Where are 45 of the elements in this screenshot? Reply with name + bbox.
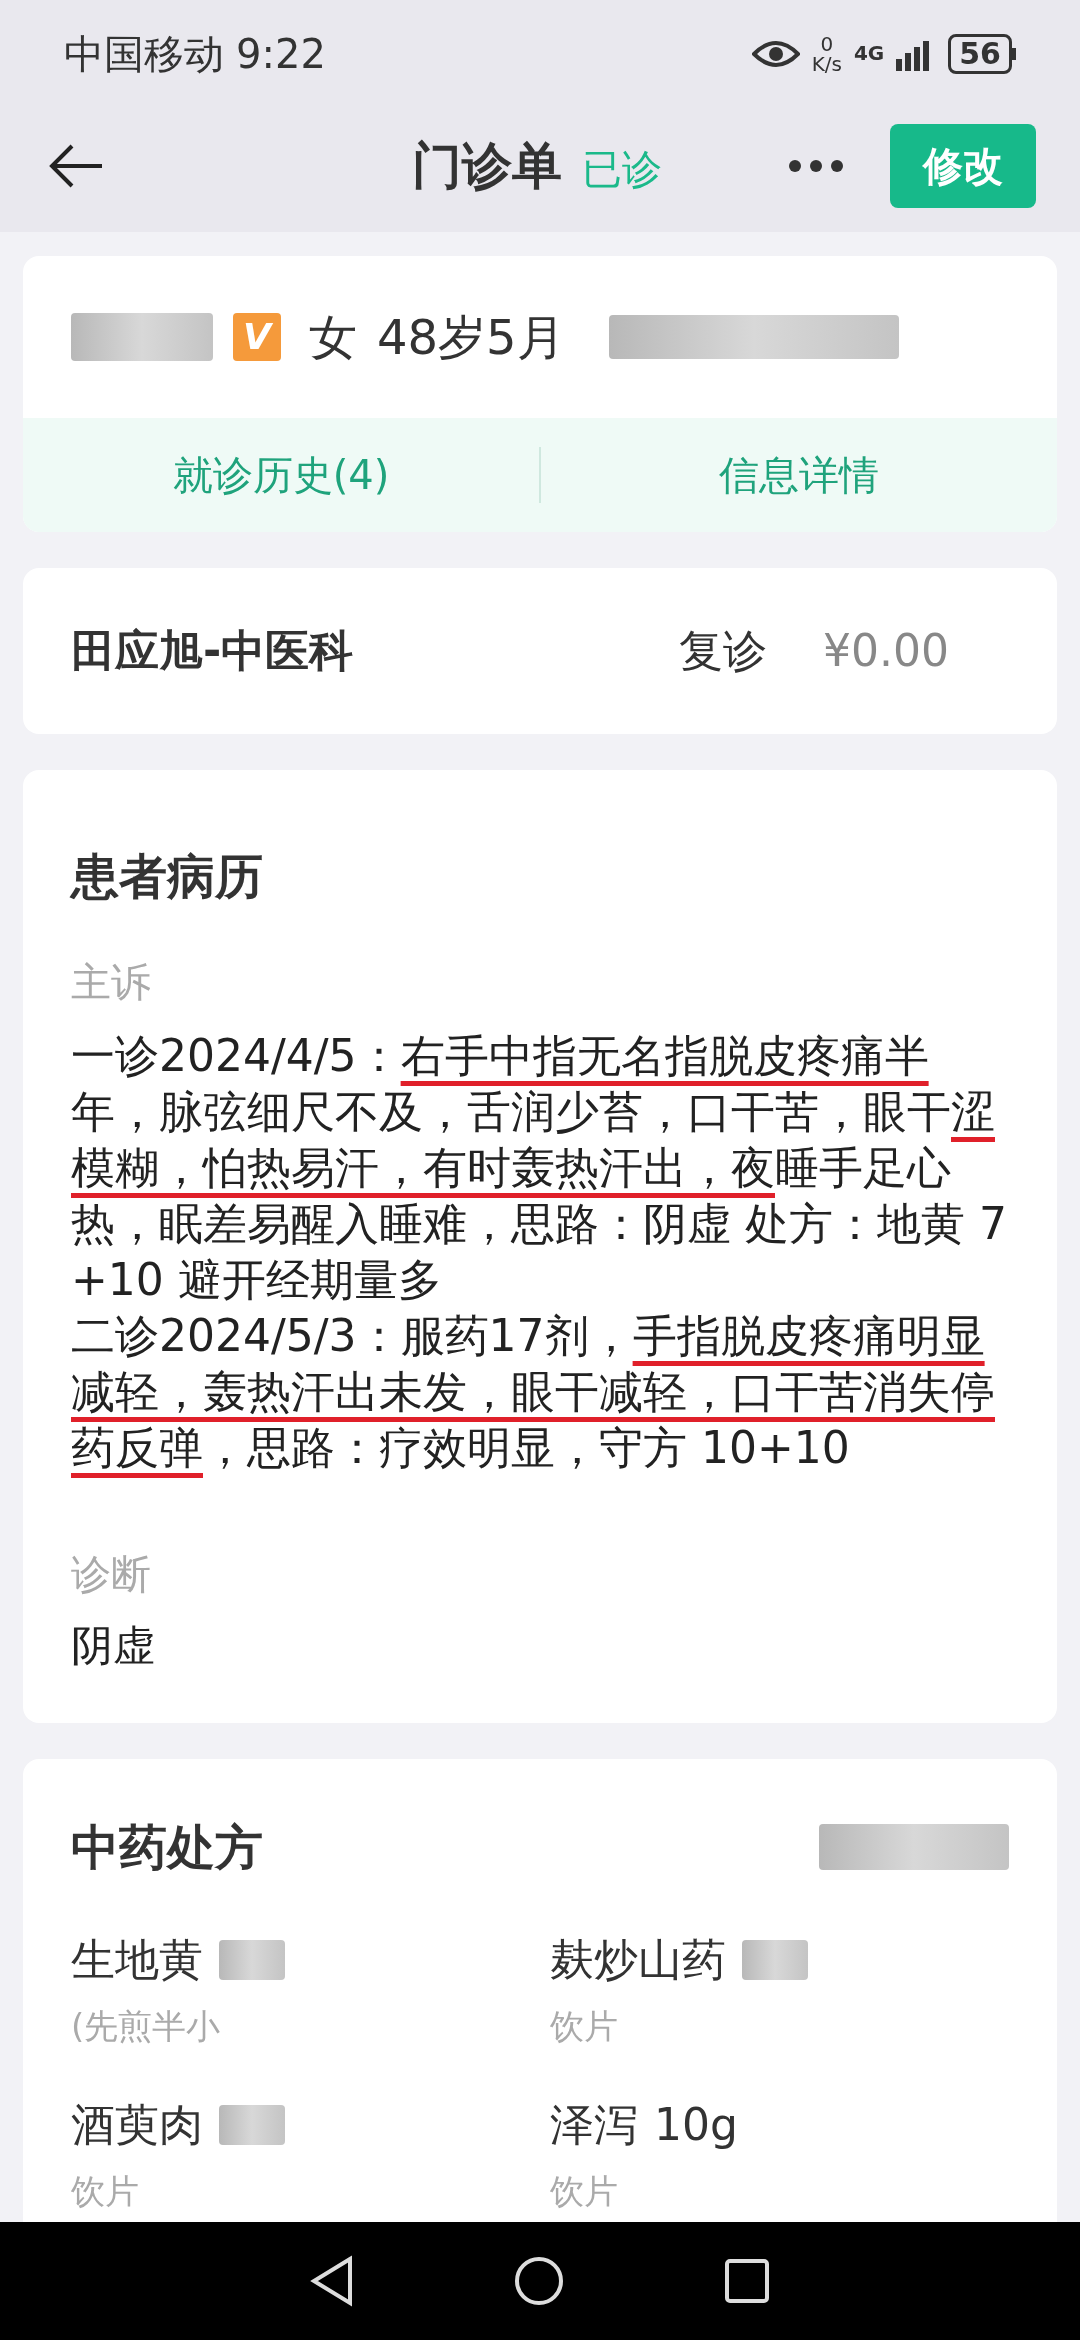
clock: 9:22: [236, 30, 326, 79]
section-title: 患者病历: [71, 847, 264, 906]
back-icon: [310, 2255, 354, 2307]
herb-dose: 10g: [654, 2098, 738, 2152]
home-icon: [514, 2256, 564, 2306]
herb-note: 饮片: [550, 2006, 618, 2046]
field-label: 诊断: [71, 1550, 152, 1599]
herb-note: 饮片: [71, 2171, 139, 2211]
home-nav-button[interactable]: [514, 2256, 564, 2306]
visit-type: 复诊: [679, 624, 768, 678]
herb-name: 泽泻: [550, 2098, 638, 2152]
diagnosis-text: 阴虚: [71, 1620, 156, 1672]
doctor-department: 田应旭-中医科: [71, 624, 355, 678]
recents-nav-button[interactable]: [724, 2258, 770, 2304]
recents-icon: [724, 2258, 770, 2304]
blurred-text: [219, 2105, 285, 2145]
herb-name: 生地黄: [71, 1933, 203, 1987]
back-nav-button[interactable]: [310, 2255, 354, 2307]
herb-name: 酒萸肉: [71, 2098, 203, 2152]
sex-label: 女: [309, 308, 357, 367]
vip-badge: V: [233, 313, 281, 361]
complaint-text: 二诊2024/5/3：服药17剂，手指脱皮疼痛明显减轻，轰热汗出未发，眼干减轻，口干苦消失停药反弹，思路：疗效明显，守方 10+10: [71, 1309, 996, 1475]
edit-button[interactable]: 修改: [890, 124, 1036, 208]
page-title: 门诊单: [412, 135, 562, 197]
battery-indicator: 56: [948, 34, 1012, 74]
net-speed-value: 0: [820, 34, 834, 54]
complaint-text: 一诊2024/4/5：右手中指无名指脱皮疼痛半 年，脉弦细尺不及，舌润少苔，口干苦，眼干涩模糊，怕热易汗，有时轰热汗出，夜睡手足心热，眠差易醒入睡难，思路：阴虚 处方：地黄 7+10 避开经期量多: [71, 1029, 1008, 1307]
blurred-text: [742, 1940, 808, 1980]
section-title: 中药处方: [71, 1818, 263, 1877]
herb-note: 饮片: [550, 2171, 618, 2211]
back-arrow-icon: [48, 144, 104, 188]
patient-tab[interactable]: 就诊历史(4): [23, 418, 539, 532]
more-icon: [789, 160, 843, 172]
eye-icon: [751, 38, 800, 70]
blurred-text: [219, 1940, 285, 1980]
patient-tab[interactable]: 信息详情: [541, 418, 1057, 532]
net-speed-unit: K/s: [811, 54, 842, 74]
herb-name: 麸炒山药: [550, 1933, 726, 1987]
carrier-label: 中国移动: [64, 30, 224, 79]
network-label: 4G: [853, 40, 885, 67]
field-label: 主诉: [71, 958, 152, 1007]
herb-note: (先煎半小: [71, 2006, 221, 2046]
status-label: 已诊: [582, 144, 662, 194]
age-label: 48岁5月: [377, 308, 565, 367]
fee-amount: ¥0.00: [823, 624, 949, 678]
